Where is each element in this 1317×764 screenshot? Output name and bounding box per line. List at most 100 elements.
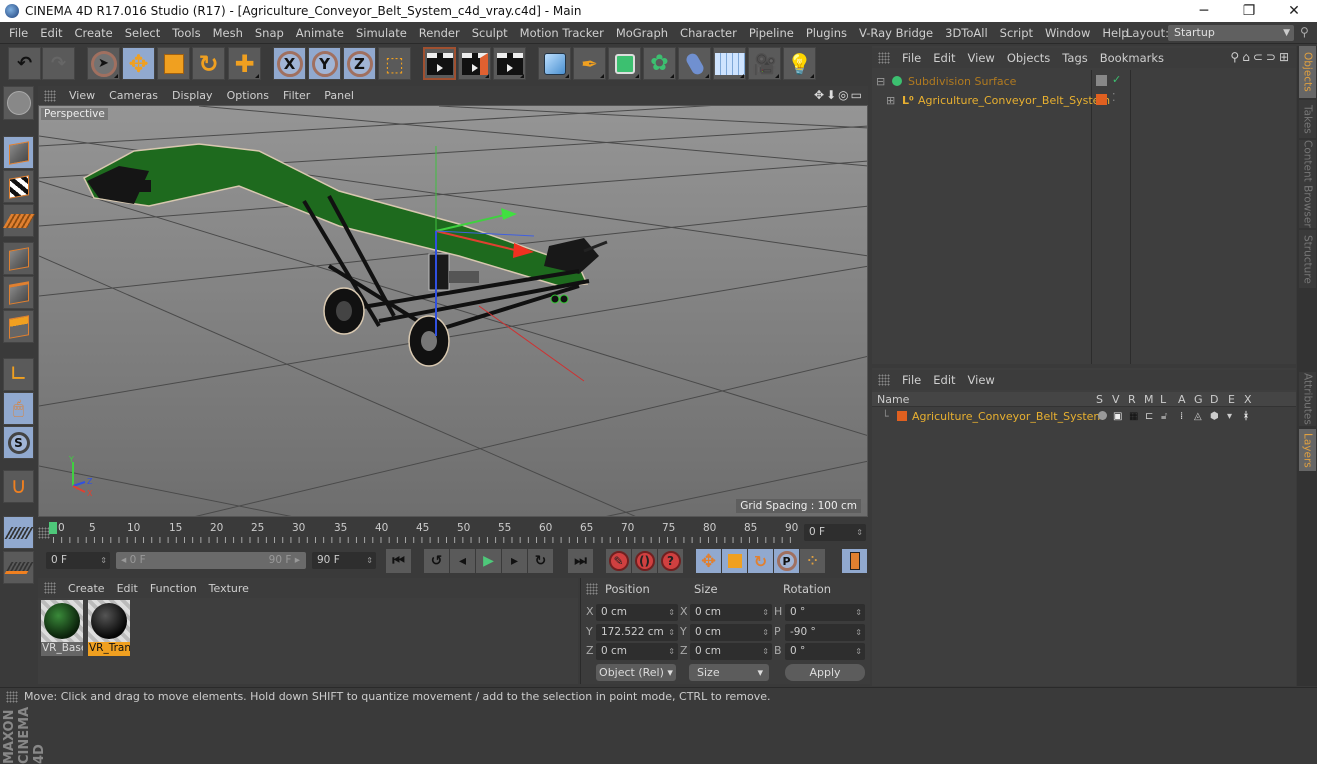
x-axis-lock-icon[interactable]: X (273, 47, 306, 80)
menu-mesh[interactable]: Mesh (207, 26, 249, 40)
object-row[interactable]: ⊞ L⁰ Agriculture_Conveyor_Belt_System ⁚ (872, 91, 1296, 109)
spinner-icon[interactable]: ⇕ (668, 643, 675, 660)
expressions-toggle-icon[interactable]: ▾ (1227, 411, 1232, 422)
object-menu-edit[interactable]: Edit (927, 51, 961, 65)
view-toggle-icon[interactable]: ▣ (1113, 411, 1122, 422)
object-menu-file[interactable]: File (896, 51, 927, 65)
layer-name[interactable]: Agriculture_Conveyor_Belt_System (912, 410, 1104, 423)
polygons-mode-icon[interactable] (3, 310, 34, 343)
solo-toggle-icon[interactable] (1098, 411, 1107, 420)
3d-viewport[interactable]: Y Z X Perspective Grid Spacing : 100 cm (38, 105, 868, 517)
move-key-button[interactable]: ✥ (696, 549, 721, 573)
tab-content-browser[interactable]: Content Browser (1299, 140, 1316, 228)
layer-color-icon[interactable] (1096, 94, 1107, 105)
scale-key-button[interactable] (722, 549, 747, 573)
pla-key-button[interactable]: ⁘ (800, 549, 825, 573)
menu-window[interactable]: Window (1039, 26, 1096, 40)
material-menu-texture[interactable]: Texture (203, 582, 255, 595)
animation-toggle-icon[interactable]: ⁞ (1180, 411, 1183, 422)
orbit-icon[interactable]: ◎ (838, 88, 850, 102)
object-menu-view[interactable]: View (962, 51, 1001, 65)
make-editable-icon[interactable] (3, 86, 34, 120)
column-locked[interactable]: L (1160, 393, 1166, 406)
frame-range-slider[interactable]: ◂ 0 F 90 F ▸ (116, 552, 306, 569)
xref-toggle-icon[interactable]: ᚼ (1243, 411, 1249, 422)
search-icon[interactable]: ⚲ (1300, 25, 1309, 39)
column-render[interactable]: R (1128, 393, 1136, 406)
model-mode-icon[interactable] (3, 136, 34, 169)
spinner-icon[interactable]: ⇕ (856, 524, 863, 541)
spinner-icon[interactable]: ⇕ (762, 643, 769, 660)
menu-select[interactable]: Select (119, 26, 166, 40)
manager-toggle-icon[interactable]: ⊏ (1145, 411, 1153, 422)
viewport-menu-cameras[interactable]: Cameras (102, 89, 165, 102)
object-menu-tags[interactable]: Tags (1056, 51, 1093, 65)
menu-snap[interactable]: Snap (249, 26, 290, 40)
render-settings-icon[interactable] (493, 47, 526, 80)
material-item[interactable]: VR_Base (41, 600, 83, 658)
timeline-layout-button[interactable] (842, 549, 867, 573)
pan-icon[interactable]: ✥ (814, 88, 826, 102)
maximize-icon[interactable]: ▭ (851, 88, 864, 102)
column-manager[interactable]: M (1144, 393, 1154, 406)
tab-layers[interactable]: Layers (1299, 429, 1316, 471)
viewport-menu-options[interactable]: Options (220, 89, 276, 102)
menu-pipeline[interactable]: Pipeline (743, 26, 800, 40)
restore-button[interactable]: ❐ (1226, 0, 1272, 22)
position-z-field[interactable]: 0 cm ⇕ (596, 643, 678, 660)
tweak-mode-icon[interactable]: 🖱 (3, 392, 34, 425)
material-menu-function[interactable]: Function (144, 582, 203, 595)
link-icon[interactable]: ⊂⊃ (1253, 50, 1279, 64)
layer-menu-edit[interactable]: Edit (927, 373, 961, 387)
redo-icon[interactable]: ↷ (42, 47, 75, 80)
material-item[interactable]: VR_Tran (88, 600, 130, 658)
timeline-ruler[interactable]: 0 5 10 15 20 25 30 35 40 45 50 55 60 65 … (38, 519, 868, 547)
tab-structure[interactable]: Structure (1299, 230, 1316, 288)
previous-key-button[interactable]: ↺ (424, 549, 449, 573)
layout-select[interactable]: Startup ▼ (1168, 25, 1294, 41)
menu-sculpt[interactable]: Sculpt (466, 26, 514, 40)
texture-mode-icon[interactable] (3, 170, 34, 203)
magnet-icon[interactable]: ∪ (3, 470, 34, 503)
move-icon[interactable]: ✥ (122, 47, 155, 80)
go-to-start-button[interactable]: ⏮ (386, 549, 411, 573)
spinner-icon[interactable]: ⇕ (855, 604, 862, 621)
tab-objects[interactable]: Objects (1299, 46, 1316, 98)
workplane-icon[interactable] (3, 551, 34, 584)
object-name[interactable]: Agriculture_Conveyor_Belt_System (918, 94, 1110, 107)
keyframe-help-button[interactable]: ? (658, 549, 683, 573)
play-button[interactable]: ▶ (476, 549, 501, 573)
menu-file[interactable]: File (3, 26, 34, 40)
column-expressions[interactable]: E (1228, 393, 1235, 406)
viewport-menu-panel[interactable]: Panel (317, 89, 361, 102)
apply-button[interactable]: Apply (785, 664, 865, 681)
param-key-button[interactable]: P (774, 549, 799, 573)
deformer-icon[interactable] (678, 47, 711, 80)
new-window-icon[interactable]: ⊞ (1279, 50, 1292, 64)
object-menu-bookmarks[interactable]: Bookmarks (1094, 51, 1170, 65)
menu-3dtoall[interactable]: 3DToAll (939, 26, 994, 40)
coordinate-system-icon[interactable]: ⬚ (378, 47, 411, 80)
visibility-dots-icon[interactable]: ⁚ (1112, 91, 1116, 104)
next-frame-button[interactable]: ▸ (502, 549, 527, 573)
material-menu-create[interactable]: Create (62, 582, 111, 595)
collapse-icon[interactable]: ⊟ (876, 75, 885, 88)
grip-icon[interactable] (44, 582, 56, 594)
object-name[interactable]: Subdivision Surface (908, 75, 1016, 88)
tab-takes[interactable]: Takes (1299, 100, 1316, 138)
menu-render[interactable]: Render (413, 26, 466, 40)
column-deformers[interactable]: D (1210, 393, 1218, 406)
rotation-b-field[interactable]: 0 ° ⇕ (785, 643, 865, 660)
layer-menu-view[interactable]: View (962, 373, 1001, 387)
layer-menu-file[interactable]: File (896, 373, 927, 387)
layer-color-swatch[interactable] (897, 411, 907, 421)
spinner-icon[interactable]: ⇕ (762, 624, 769, 641)
pen-spline-icon[interactable]: ✒ (573, 47, 606, 80)
lock-toggle-icon[interactable]: 🔓︎ (1161, 411, 1167, 422)
camera-label[interactable]: Perspective (41, 108, 108, 120)
snap-icon[interactable]: S (3, 426, 34, 459)
grip-icon[interactable] (878, 374, 890, 386)
close-button[interactable]: ✕ (1271, 0, 1317, 22)
start-frame-field[interactable]: 0 F ⇕ (46, 552, 110, 569)
menu-edit[interactable]: Edit (34, 26, 68, 40)
